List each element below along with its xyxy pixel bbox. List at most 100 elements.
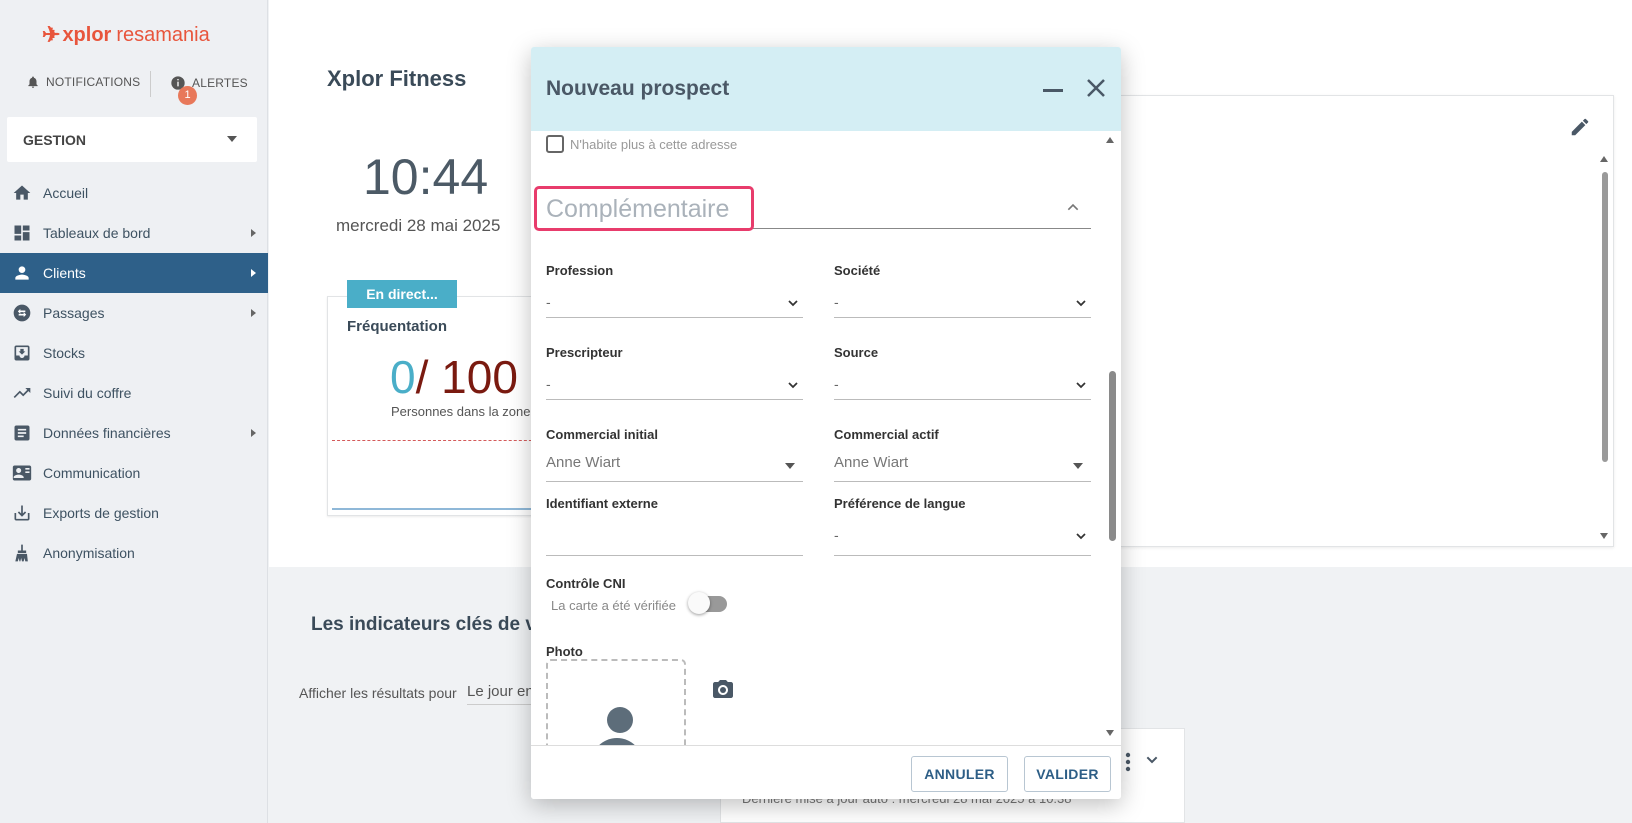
field-label: Profession: [546, 263, 614, 278]
scroll-up-icon[interactable]: [1106, 137, 1114, 143]
chevron-right-icon: [251, 429, 256, 437]
dialog-header: Nouveau prospect: [531, 47, 1121, 131]
chevron-down-icon: [1075, 296, 1087, 312]
profession-field: Profession -: [546, 263, 803, 318]
dialog-footer: ANNULER VALIDER: [531, 745, 1121, 799]
contact-card-icon: [11, 462, 33, 484]
prescripteur-field: Prescripteur -: [546, 345, 803, 400]
chevron-down-icon: [1075, 378, 1087, 394]
sidebar-item-suivi-du-coffre[interactable]: Suivi du coffre: [0, 373, 268, 413]
sidebar-item-label: Données financières: [43, 425, 171, 441]
scrollbar-thumb[interactable]: [1109, 371, 1116, 541]
sidebar-item-anonymisation[interactable]: Anonymisation: [0, 533, 268, 573]
source-select[interactable]: -: [834, 368, 1091, 400]
commercial-actif-select[interactable]: Anne Wiart: [834, 450, 1091, 482]
avatar-icon: [607, 707, 633, 733]
home-icon: [11, 182, 33, 204]
alerts-label: ALERTES: [192, 76, 248, 90]
validate-button[interactable]: VALIDER: [1024, 756, 1111, 792]
societe-select[interactable]: -: [834, 286, 1091, 318]
identifiant-externe-field: Identifiant externe: [546, 496, 803, 556]
inbox-icon: [11, 342, 33, 364]
chevron-down-icon: [1075, 529, 1087, 545]
identifiant-externe-input[interactable]: [546, 519, 803, 556]
chevron-up-icon[interactable]: [1065, 199, 1081, 220]
sidebar-item-passages[interactable]: Passages: [0, 293, 268, 333]
cni-label: Contrôle CNI: [546, 576, 626, 591]
scrollbar-thumb[interactable]: [1602, 172, 1608, 462]
scroll-down-icon[interactable]: [1600, 533, 1608, 539]
list-icon: [11, 422, 33, 444]
sidebar-item-exports-de-gestion[interactable]: Exports de gestion: [0, 493, 268, 533]
sidebar: ✈ xplor resamania NOTIFICATIONS ALERTES …: [0, 0, 268, 823]
field-value: -: [546, 294, 551, 310]
dialog-title: Nouveau prospect: [546, 77, 730, 100]
prescripteur-select[interactable]: -: [546, 368, 803, 400]
field-label: Commercial initial: [546, 427, 658, 442]
langue-field: Préférence de langue -: [834, 496, 1091, 556]
chevron-down-icon: [787, 296, 799, 312]
caret-down-icon: [1073, 463, 1083, 469]
sidebar-item-accueil[interactable]: Accueil: [0, 173, 268, 213]
cancel-button[interactable]: ANNULER: [911, 756, 1008, 792]
cni-toggle-knob[interactable]: [688, 592, 710, 614]
attendance-line: [332, 508, 542, 510]
attendance-counter: 0/ 100: [390, 350, 518, 404]
chevron-right-icon: [251, 229, 256, 237]
sidebar-item-label: Exports de gestion: [43, 505, 159, 521]
field-label: Société: [834, 263, 881, 278]
scroll-down-icon[interactable]: [1106, 730, 1114, 736]
minimize-button[interactable]: [1043, 89, 1063, 92]
caret-down-icon: [785, 463, 795, 469]
societe-field: Société -: [834, 263, 1091, 318]
chevron-right-icon: [251, 309, 256, 317]
sidebar-item-label: Anonymisation: [43, 545, 135, 561]
dashboard-icon: [11, 222, 33, 244]
results-period-select[interactable]: Le jour en: [467, 683, 537, 705]
section-select-value: GESTION: [23, 131, 87, 148]
highlight-box: [534, 186, 754, 231]
commercial-initial-select[interactable]: Anne Wiart: [546, 450, 803, 482]
sidebar-item-label: Passages: [43, 305, 105, 321]
section-select[interactable]: GESTION: [7, 117, 257, 162]
capacity-line: [332, 440, 542, 441]
chevron-down-icon[interactable]: [1144, 752, 1160, 773]
trending-icon: [11, 382, 33, 404]
divider: [150, 71, 151, 97]
sidebar-item-communication[interactable]: Communication: [0, 453, 268, 493]
live-badge: En direct...: [347, 280, 457, 308]
sidebar-item-label: Clients: [43, 265, 86, 281]
langue-select[interactable]: -: [834, 519, 1091, 556]
notifications-button[interactable]: NOTIFICATIONS: [26, 75, 140, 89]
results-label: Afficher les résultats pour: [299, 685, 457, 701]
person-icon: [11, 262, 33, 284]
camera-icon[interactable]: [711, 678, 735, 707]
field-value: Anne Wiart: [834, 454, 909, 471]
app-logo[interactable]: ✈ xplor resamania: [42, 22, 210, 48]
field-label: Commercial actif: [834, 427, 939, 442]
clock: 10:44: [363, 149, 489, 205]
sidebar-item-donnees-financieres[interactable]: Données financières: [0, 413, 268, 453]
notifications-label: NOTIFICATIONS: [46, 75, 141, 89]
pencil-icon[interactable]: [1569, 116, 1591, 143]
dialog-body: N'habite plus à cette adresse Complément…: [531, 131, 1121, 745]
sidebar-item-clients[interactable]: Clients: [0, 253, 268, 293]
club-title: Xplor Fitness: [327, 66, 467, 91]
moved-address-checkbox[interactable]: [546, 135, 564, 153]
field-value: Anne Wiart: [546, 454, 621, 471]
scroll-up-icon[interactable]: [1600, 156, 1608, 162]
more-vert-icon[interactable]: [1124, 752, 1132, 777]
bell-icon: [28, 76, 38, 88]
field-label: Source: [834, 345, 879, 360]
sidebar-item-stocks[interactable]: Stocks: [0, 333, 268, 373]
commercial-actif-field: Commercial actif Anne Wiart: [834, 427, 1091, 482]
moved-address-checkbox-row[interactable]: N'habite plus à cette adresse: [546, 135, 737, 153]
section-complementaire[interactable]: Complémentaire: [534, 186, 1091, 231]
close-button[interactable]: [1084, 76, 1108, 105]
sidebar-item-tableaux-de-bord[interactable]: Tableaux de bord: [0, 213, 268, 253]
attendance-max: / 100: [415, 351, 518, 403]
broom-icon: [11, 542, 33, 564]
nav-menu: Accueil Tableaux de bord Clients Passage…: [0, 173, 268, 573]
field-label: Identifiant externe: [546, 496, 658, 511]
profession-select[interactable]: -: [546, 286, 803, 318]
